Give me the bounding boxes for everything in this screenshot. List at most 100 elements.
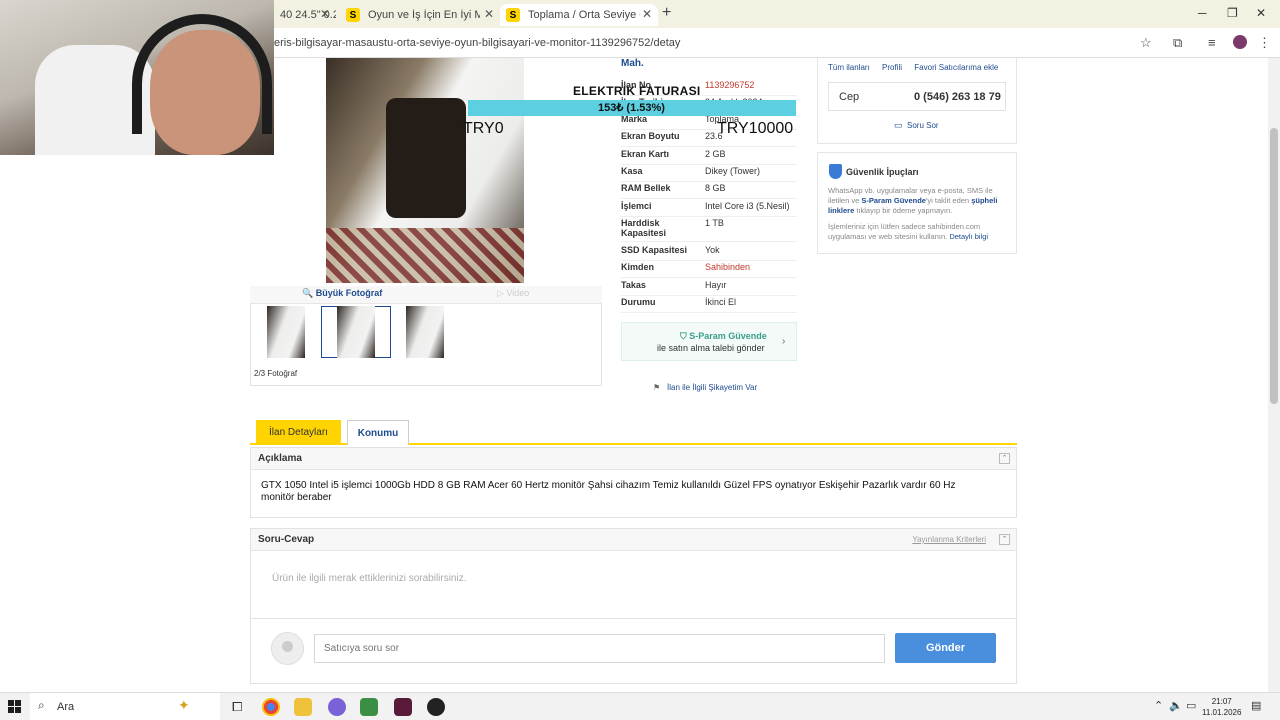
safety-text: tıklayıp bir ödeme yapmayın.: [854, 206, 953, 215]
sahibinden-favicon-icon: S: [506, 8, 520, 22]
chrome-icon[interactable]: [262, 698, 280, 716]
app-icon-1[interactable]: [328, 698, 346, 716]
spec-row: Durumu İkinci El: [621, 297, 797, 313]
tab-listing-details[interactable]: İlan Detayları: [256, 420, 341, 445]
spec-value: 2 GB: [705, 149, 726, 159]
browser-tab-3-active[interactable]: S Toplama / Orta Seviye Oyun Bil ✕: [500, 4, 658, 26]
tab-title: Oyun ve İş İçin En İyi Masaüstü: [368, 9, 480, 21]
video-label: Video: [506, 288, 530, 298]
sparam-subtitle: ile satın alma talebi gönder: [657, 343, 765, 353]
media-controls-icon[interactable]: ≡: [1208, 35, 1216, 50]
details-link[interactable]: Detaylı bilgi: [949, 232, 988, 241]
publishing-criteria-link[interactable]: Yayınlanma Kriterleri: [912, 535, 986, 544]
spec-key: Ekran Kartı: [621, 149, 670, 159]
volume-icon[interactable]: 🔈: [1169, 699, 1183, 712]
headphones-shape: [132, 14, 272, 134]
browser-tab-1[interactable]: 40 24.5" 0.2 ✕: [274, 4, 336, 26]
spec-row: Kimden Sahibinden: [621, 262, 797, 278]
restore-icon[interactable]: ❐: [1227, 6, 1238, 20]
photo-count: 2/3 Fotoğraf: [254, 369, 298, 378]
photo-thumbnail-1[interactable]: [267, 306, 305, 358]
clock-time: 21:07: [1211, 697, 1232, 706]
page-scrollbar[interactable]: [1268, 58, 1280, 692]
ask-seller-input[interactable]: [314, 634, 885, 663]
spec-value: İkinci El: [705, 297, 737, 307]
spec-key: Kasa: [621, 166, 643, 176]
description-title: Açıklama: [258, 453, 302, 464]
flag-icon: ⚑: [653, 383, 661, 392]
complaint-link[interactable]: İlan ile İlgili Şikayetim Var: [667, 383, 757, 392]
spec-value: Sahibinden: [705, 262, 751, 272]
task-view-icon[interactable]: ⧠: [232, 699, 242, 715]
notifications-icon[interactable]: ▤: [1251, 699, 1261, 712]
spec-key: Kimden: [621, 262, 655, 272]
add-favorite-seller-link[interactable]: Favori Satıcılarıma ekle: [914, 63, 998, 72]
spec-key: Harddisk Kapasitesi: [621, 218, 667, 238]
copilot-sparkle-icon[interactable]: ✦: [178, 697, 190, 714]
browser-tab-2[interactable]: S Oyun ve İş İçin En İyi Masaüstü ✕: [340, 4, 500, 26]
url-field[interactable]: eris-bilgisayar-masaustu-orta-seviye-oyu…: [274, 37, 680, 49]
big-photo-link[interactable]: 🔍 Büyük Fotoğraf: [302, 288, 382, 299]
file-explorer-icon[interactable]: [294, 698, 312, 716]
ask-question-link[interactable]: Soru Sor: [907, 121, 939, 130]
network-icon[interactable]: ▭: [1186, 699, 1196, 712]
windows-start-icon[interactable]: [8, 700, 21, 713]
spec-value: Hayır: [705, 280, 727, 290]
tab-location[interactable]: Konumu: [347, 420, 409, 445]
app-icon-3[interactable]: [394, 698, 412, 716]
close-tab-icon[interactable]: ✕: [320, 7, 330, 21]
safety-text: 'yi taklit eden: [925, 196, 972, 205]
spec-key: RAM Bellek: [621, 183, 671, 193]
collapse-icon[interactable]: ⌃: [999, 534, 1010, 545]
close-tab-icon[interactable]: ✕: [642, 7, 652, 21]
all-listings-link[interactable]: Tüm ilanları: [828, 63, 870, 72]
spec-row: Ekran Kartı 2 GB: [621, 149, 797, 165]
phone-number[interactable]: 0 (546) 263 18 79: [914, 91, 1001, 103]
scrollbar-thumb[interactable]: [1270, 128, 1278, 404]
case-window-shape: [386, 98, 466, 218]
new-tab-icon[interactable]: +: [662, 4, 671, 22]
location-text: Mah.: [621, 58, 644, 69]
spec-row: SSD Kapasitesi Yok: [621, 245, 797, 261]
spec-value: 8 GB: [705, 183, 726, 193]
collapse-icon[interactable]: ⌃: [999, 453, 1010, 464]
app-icon-2[interactable]: [360, 698, 378, 716]
photo-thumbnail-2[interactable]: [337, 306, 375, 358]
safety-title: Güvenlik İpuçları: [846, 167, 919, 177]
obs-icon[interactable]: [427, 698, 445, 716]
spec-key: Ekran Boyutu: [621, 131, 680, 141]
send-button[interactable]: Gönder: [895, 633, 996, 663]
qa-header: Soru-Cevap Yayınlanma Kriterleri ⌃: [251, 529, 1016, 551]
phone-label: Cep: [839, 91, 860, 103]
browser-menu-icon[interactable]: ⋮: [1258, 35, 1271, 51]
qa-section: Soru-Cevap Yayınlanma Kriterleri ⌃ Ürün …: [250, 528, 1017, 619]
close-tab-icon[interactable]: ✕: [484, 7, 494, 21]
spec-value: Dikey (Tower): [705, 166, 761, 176]
overlay-min-label: TRY0: [463, 120, 504, 137]
seller-links: Tüm ilanları Profili Favori Satıcılarıma…: [828, 63, 1008, 72]
shield-icon: [829, 164, 842, 179]
clock-date: 11.01.2026: [1202, 708, 1242, 717]
extensions-icon[interactable]: ⧉: [1173, 35, 1182, 51]
sparam-link[interactable]: S-Param Güvende: [861, 196, 926, 205]
minimize-icon[interactable]: ─: [1198, 6, 1207, 20]
spec-key: İşlemci: [621, 201, 652, 211]
description-header: Açıklama ⌃: [251, 448, 1016, 470]
windows-taskbar: ⌕ Ara ✦ ⧠ ⌃ 🔈 ▭ 21:07 11.01.2026 ▤: [0, 692, 1280, 720]
tab-title: Toplama / Orta Seviye Oyun Bil: [528, 9, 640, 21]
sparam-title: ⛉ S-Param Güvende: [680, 331, 767, 341]
main-photo[interactable]: [326, 58, 524, 283]
profile-link[interactable]: Profili: [882, 63, 902, 72]
photo-thumbnail-3[interactable]: [406, 306, 444, 358]
taskbar-clock[interactable]: 21:07 11.01.2026: [1202, 696, 1241, 718]
spec-key: Durumu: [621, 297, 656, 307]
spec-row: Kasa Dikey (Tower): [621, 166, 797, 182]
rug-pattern: [326, 228, 524, 283]
bookmark-star-icon[interactable]: ☆: [1140, 35, 1152, 51]
spec-value: Yok: [705, 245, 720, 255]
webcam-overlay: [0, 0, 274, 155]
close-window-icon[interactable]: ✕: [1256, 6, 1266, 20]
profile-avatar[interactable]: [1233, 35, 1247, 49]
spec-value: 1 TB: [705, 218, 724, 228]
tray-chevron-icon[interactable]: ⌃: [1154, 699, 1163, 712]
